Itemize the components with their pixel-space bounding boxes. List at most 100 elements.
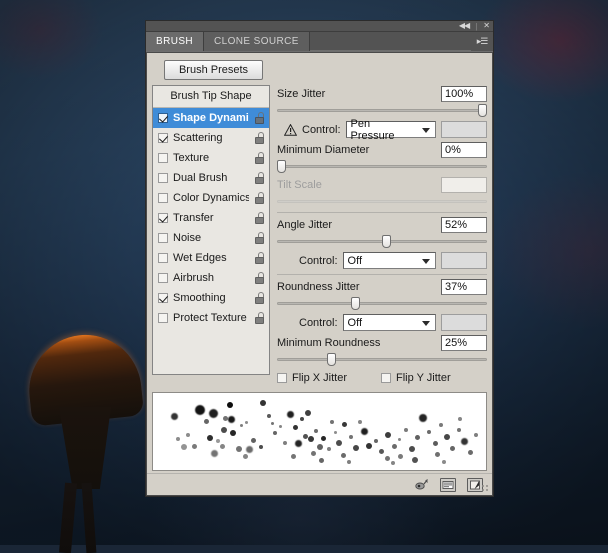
lock-icon[interactable] xyxy=(254,272,265,284)
tab-brush[interactable]: BRUSH xyxy=(146,32,205,51)
lock-icon[interactable] xyxy=(254,172,265,184)
lock-icon[interactable] xyxy=(254,292,265,304)
brush-dot xyxy=(313,428,318,433)
brush-dot xyxy=(206,435,213,442)
brush-option-smoothing[interactable]: Smoothing xyxy=(153,288,269,308)
brush-dot xyxy=(327,446,332,451)
size-jitter-slider[interactable] xyxy=(277,103,487,117)
brush-toggle-icon[interactable] xyxy=(413,478,429,492)
tilt-scale-label: Tilt Scale xyxy=(277,178,322,191)
brush-dot xyxy=(441,460,446,465)
brush-presets-row: Brush Presets xyxy=(152,60,275,80)
brush-option-shape-dynamics[interactable]: Shape Dynamics xyxy=(153,108,269,128)
brush-dot xyxy=(467,450,473,456)
roundness-control-dropdown[interactable]: Off xyxy=(342,314,436,331)
brush-dot xyxy=(427,429,432,434)
angle-jitter-thumb[interactable] xyxy=(382,235,391,248)
chevron-down-icon xyxy=(422,128,430,133)
minimum-diameter-row: Minimum Diameter 0% xyxy=(277,141,487,158)
collapse-arrows-icon[interactable]: ◀◀ xyxy=(459,22,470,30)
brush-option-texture[interactable]: Texture xyxy=(153,148,269,168)
roundness-control-label: Control: xyxy=(299,316,338,329)
brush-option-scattering[interactable]: Scattering xyxy=(153,128,269,148)
flip-x-jitter-checkbox[interactable]: Flip X Jitter xyxy=(277,372,381,384)
size-control-dropdown[interactable]: Pen Pressure xyxy=(345,118,436,142)
brush-dot xyxy=(244,421,248,425)
brush-dot xyxy=(366,442,373,449)
brush-option-transfer[interactable]: Transfer xyxy=(153,208,269,228)
brush-option-label: Protect Texture xyxy=(173,312,247,324)
lock-icon[interactable] xyxy=(254,112,265,124)
minimum-diameter-slider[interactable] xyxy=(277,159,487,173)
brush-option-checkbox[interactable] xyxy=(158,153,168,163)
roundness-control-value: Off xyxy=(347,316,363,329)
brush-option-checkbox[interactable] xyxy=(158,273,168,283)
brush-option-dual-brush[interactable]: Dual Brush xyxy=(153,168,269,188)
roundness-jitter-thumb[interactable] xyxy=(351,297,360,310)
lock-icon[interactable] xyxy=(254,192,265,204)
minimum-roundness-thumb[interactable] xyxy=(327,353,336,366)
brush-dot xyxy=(457,416,462,421)
angle-jitter-slider[interactable] xyxy=(277,234,487,248)
brush-option-checkbox[interactable] xyxy=(158,133,168,143)
lock-icon[interactable] xyxy=(254,132,265,144)
minimum-diameter-thumb[interactable] xyxy=(277,160,286,173)
brush-option-checkbox[interactable] xyxy=(158,193,168,203)
close-icon[interactable]: ✕ xyxy=(483,22,490,30)
size-jitter-thumb[interactable] xyxy=(478,104,487,117)
brush-option-checkbox[interactable] xyxy=(158,253,168,263)
brush-option-checkbox[interactable] xyxy=(158,113,168,123)
resize-grip[interactable] xyxy=(482,485,490,493)
brush-dot xyxy=(273,431,278,436)
brush-option-wet-edges[interactable]: Wet Edges xyxy=(153,248,269,268)
tab-clone-source[interactable]: CLONE SOURCE xyxy=(204,32,310,51)
brush-option-checkbox[interactable] xyxy=(158,233,168,243)
new-preset-icon[interactable] xyxy=(440,477,456,492)
brush-option-label: Texture xyxy=(173,152,210,164)
brush-option-checkbox[interactable] xyxy=(158,173,168,183)
lock-icon[interactable] xyxy=(254,212,265,224)
brush-dot xyxy=(333,430,337,434)
angle-jitter-value[interactable]: 52% xyxy=(441,216,487,233)
size-jitter-track xyxy=(277,109,487,112)
tab-clone-source-label: CLONE SOURCE xyxy=(214,36,299,47)
angle-control-dropdown[interactable]: Off xyxy=(342,252,436,269)
brush-dot xyxy=(286,410,294,418)
brush-dot xyxy=(293,425,299,431)
panel-menu-icon[interactable]: ▸☰ xyxy=(471,32,493,51)
lock-icon[interactable] xyxy=(254,152,265,164)
lock-icon[interactable] xyxy=(254,312,265,324)
brush-dot xyxy=(330,419,335,424)
panel-footer xyxy=(147,473,492,495)
brush-option-label: Dual Brush xyxy=(173,172,228,184)
lock-icon[interactable] xyxy=(254,232,265,244)
brush-option-noise[interactable]: Noise xyxy=(153,228,269,248)
minimum-roundness-slider[interactable] xyxy=(277,352,487,366)
brush-dot xyxy=(374,439,379,444)
brush-option-checkbox[interactable] xyxy=(158,313,168,323)
brush-dot xyxy=(432,440,438,446)
brush-option-checkbox[interactable] xyxy=(158,213,168,223)
brush-dot xyxy=(346,460,351,465)
brush-option-protect-texture[interactable]: Protect Texture xyxy=(153,308,269,328)
size-jitter-value[interactable]: 100% xyxy=(441,85,487,102)
panel-content: Brush Presets Brush Tip Shape Shape Dyna… xyxy=(147,53,492,473)
delete-brush-icon[interactable] xyxy=(467,477,483,492)
brush-tip-shape-item[interactable]: Brush Tip Shape xyxy=(153,86,269,108)
minimum-roundness-value[interactable]: 25% xyxy=(441,334,487,351)
brush-dot xyxy=(304,410,311,417)
brush-options-list[interactable]: Brush Tip Shape Shape Dynamics Scattering… xyxy=(152,85,270,375)
flip-y-checkbox-box[interactable] xyxy=(381,373,391,383)
roundness-jitter-slider[interactable] xyxy=(277,296,487,310)
roundness-jitter-value[interactable]: 37% xyxy=(441,278,487,295)
flip-x-checkbox-box[interactable] xyxy=(277,373,287,383)
brush-dot xyxy=(227,416,235,424)
lock-icon[interactable] xyxy=(254,252,265,264)
minimum-diameter-value[interactable]: 0% xyxy=(441,141,487,158)
brush-option-airbrush[interactable]: Airbrush xyxy=(153,268,269,288)
brush-option-color-dynamics[interactable]: Color Dynamics xyxy=(153,188,269,208)
brush-option-checkbox[interactable] xyxy=(158,293,168,303)
brush-dot xyxy=(239,424,243,428)
brush-presets-button[interactable]: Brush Presets xyxy=(163,60,264,80)
flip-y-jitter-checkbox[interactable]: Flip Y Jitter xyxy=(381,372,451,384)
